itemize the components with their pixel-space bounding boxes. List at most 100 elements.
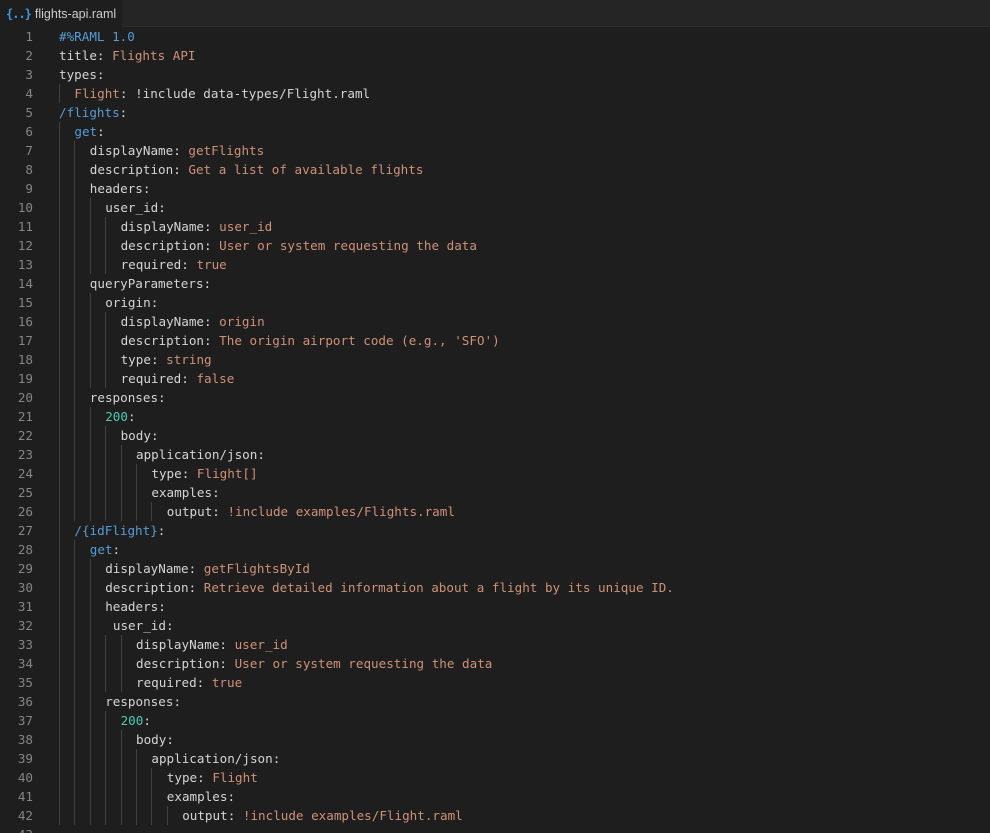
code-token: type [120, 352, 151, 367]
indent-guide [89, 198, 91, 217]
code-token: : [173, 162, 189, 177]
indent-guide [59, 217, 60, 236]
line-number: 20 [17, 390, 33, 405]
code-token: application/json [151, 751, 273, 766]
indent-guide [59, 616, 60, 635]
code-text: /flights: [59, 103, 127, 122]
indent-guide [59, 388, 60, 407]
code-text: required: true [121, 255, 227, 274]
indent-guide [59, 521, 60, 540]
indent-guide [74, 540, 76, 559]
indent-guide [74, 293, 76, 312]
line-number: 40 [17, 770, 33, 785]
code-token: : [142, 181, 151, 196]
code-token: : [203, 276, 212, 291]
tab-flights-api-raml[interactable]: {..} flights-api.raml [0, 0, 122, 27]
line-number: 43 [0, 825, 33, 833]
code-token: responses [105, 694, 174, 709]
indent-guide [74, 768, 76, 787]
code-token: description [89, 162, 174, 177]
code-token: examples [151, 485, 213, 500]
indent-guide [59, 350, 60, 369]
code-token: : [204, 238, 220, 253]
indent-guide [120, 787, 122, 806]
code-line: 10 user_id: [0, 198, 990, 217]
code-token: 200 [105, 409, 128, 424]
indent-guide [136, 464, 137, 483]
line-number: 37 [17, 713, 33, 728]
indent-guide [74, 559, 76, 578]
code-token: description [105, 580, 189, 595]
code-text: displayName: getFlights [90, 141, 264, 160]
code-token: : [227, 789, 236, 804]
code-token: false [196, 371, 235, 386]
indent-guide [105, 350, 107, 369]
line-number: 22 [17, 428, 33, 443]
code-token: Flight [74, 86, 120, 101]
code-line: 32 user_id: [0, 616, 990, 635]
code-text: application/json: [151, 749, 280, 768]
line-number: 4 [25, 86, 33, 101]
line-number: 26 [17, 504, 33, 519]
code-editor[interactable]: 1 #%RAML 1.0 2 title: Flights API 3 types: 4 Fl… [0, 27, 990, 833]
code-token: displayName [136, 637, 220, 652]
indent-guide [89, 711, 91, 730]
indent-guide [74, 369, 76, 388]
code-token: User or system requesting the data [234, 656, 493, 671]
code-token: user_id [234, 637, 288, 652]
line-number: 6 [25, 124, 33, 139]
line-number: 17 [17, 333, 33, 348]
indent-guide [74, 179, 76, 198]
code-text: 200: [105, 407, 135, 426]
code-token: user_id [219, 219, 273, 234]
code-token: true [211, 675, 243, 690]
code-token: : [150, 295, 159, 310]
indent-guide [105, 369, 107, 388]
code-token: : [119, 86, 136, 101]
code-line: 27 /{idFlight}: [0, 521, 990, 540]
code-token: get [89, 542, 113, 557]
code-token: application/json [136, 447, 258, 462]
code-line: 41 examples: [0, 787, 990, 806]
code-line: 36 responses: [0, 692, 990, 711]
code-token: #%RAML 1.0 [59, 29, 135, 44]
code-text: title: Flights API [59, 46, 196, 65]
code-text: required: false [121, 369, 235, 388]
indent-guide [89, 331, 91, 350]
code-token: !include examples/Flights.raml [227, 504, 455, 519]
indent-guide [59, 236, 60, 255]
code-token: : [219, 656, 235, 671]
code-text: description: User or system requesting t… [121, 236, 477, 255]
code-token: : [173, 143, 189, 158]
line-number: 14 [17, 276, 33, 291]
indent-guide [59, 559, 60, 578]
indent-guide [151, 768, 153, 787]
code-token: : [119, 105, 128, 120]
indent-guide [120, 483, 122, 502]
code-text: output: !include examples/Flight.raml [182, 806, 463, 825]
code-line: 11 displayName: user_id [0, 217, 990, 236]
indent-guide [74, 806, 76, 825]
code-token: : [181, 257, 197, 272]
indent-guide [59, 597, 60, 616]
code-token: : [212, 485, 220, 500]
indent-guide [74, 255, 76, 274]
line-number: 1 [25, 29, 33, 44]
code-token: : [272, 751, 281, 766]
code-token: title [59, 48, 97, 63]
indent-guide [89, 464, 91, 483]
code-token: : [158, 599, 166, 614]
code-token: headers [89, 181, 143, 196]
indent-guide [74, 388, 76, 407]
code-token: The origin airport code (e.g., 'SFO') [219, 333, 500, 348]
code-token: : [97, 124, 105, 139]
indent-guide [74, 160, 76, 179]
code-text: queryParameters: [90, 274, 211, 293]
line-number: 15 [17, 295, 33, 310]
tab-label: flights-api.raml [34, 6, 117, 21]
code-token: body [136, 732, 167, 747]
code-line: 2 title: Flights API [0, 46, 990, 65]
indent-guide [59, 730, 60, 749]
indent-guide [105, 787, 107, 806]
indent-guide [59, 160, 60, 179]
